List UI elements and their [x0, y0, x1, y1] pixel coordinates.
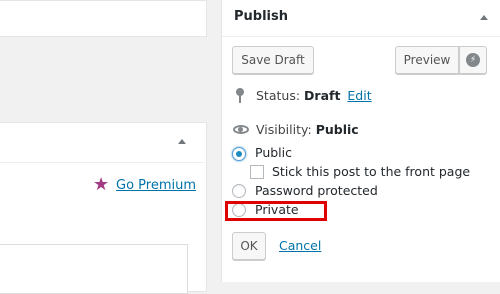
editor-inner-box	[0, 244, 188, 294]
public-radio[interactable]	[232, 147, 246, 161]
visibility-value: Public	[315, 122, 359, 137]
bolt-button[interactable]: ⚡	[459, 46, 487, 74]
go-premium-link-group[interactable]: ★ Go Premium	[93, 176, 196, 194]
publish-title: Publish	[234, 9, 288, 24]
private-highlight-box	[225, 201, 327, 221]
cancel-link[interactable]: Cancel	[279, 238, 321, 253]
sticky-checkbox[interactable]	[250, 165, 264, 179]
publish-panel: Publish Save Draft Preview ⚡ Status: Dra…	[221, 0, 500, 282]
publish-header[interactable]: Publish	[222, 0, 500, 37]
visibility-row: Visibility: Public	[256, 122, 359, 137]
status-value: Draft	[304, 88, 341, 103]
pin-stem	[239, 95, 241, 103]
preview-button[interactable]: Preview	[395, 46, 459, 74]
collapse-arrow-icon[interactable]	[480, 15, 488, 20]
bolt-icon: ⚡	[466, 53, 480, 67]
ok-button[interactable]: OK	[232, 232, 266, 260]
eye-pupil	[238, 127, 243, 132]
metabox-header[interactable]	[0, 123, 205, 163]
password-protected-radio[interactable]	[232, 184, 246, 198]
sticky-label[interactable]: Stick this post to the front page	[272, 164, 470, 179]
go-premium-link[interactable]: Go Premium	[116, 178, 196, 193]
visibility-label: Visibility:	[256, 122, 312, 137]
radio-selected-dot	[236, 151, 242, 157]
password-protected-label[interactable]: Password protected	[255, 183, 378, 198]
status-row: Status: Draft Edit	[256, 88, 372, 103]
editor-top-box	[0, 0, 207, 37]
star-icon: ★	[93, 174, 110, 195]
public-label[interactable]: Public	[255, 145, 292, 160]
save-draft-button[interactable]: Save Draft	[232, 46, 314, 74]
collapse-arrow-icon[interactable]	[178, 139, 186, 144]
status-label: Status:	[256, 88, 301, 103]
status-edit-link[interactable]: Edit	[347, 88, 371, 103]
